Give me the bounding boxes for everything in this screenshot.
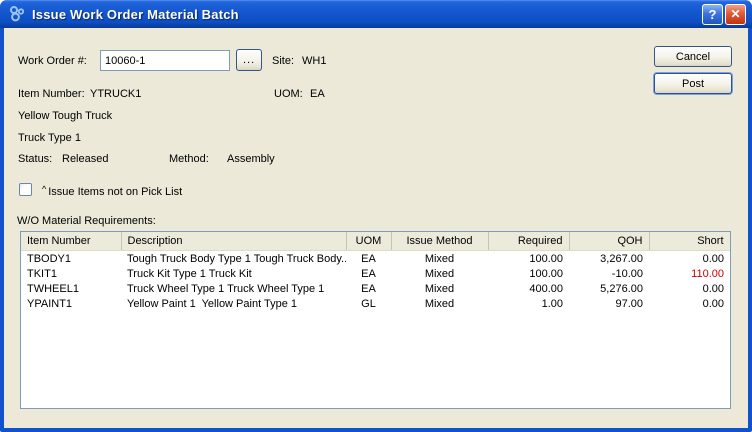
grid-row[interactable]: TKIT1 Truck Kit Type 1 Truck Kit EA Mixe… [21, 266, 730, 281]
cell-required: 400.00 [529, 282, 563, 295]
cell-uom: EA [361, 252, 376, 265]
grid-row[interactable]: TWHEEL1 Truck Wheel Type 1 Truck Wheel T… [21, 281, 730, 296]
cell-item-number: TWHEEL1 [27, 282, 79, 295]
site-label: Site: [272, 55, 295, 67]
cell-issue-method: Mixed [424, 252, 455, 265]
window-title: Issue Work Order Material Batch [32, 6, 239, 22]
item-description-line1: Yellow Tough Truck [18, 110, 113, 122]
close-button[interactable]: ✕ [725, 4, 746, 25]
column-header-qoh[interactable]: QOH [569, 232, 650, 251]
work-order-input[interactable] [100, 50, 230, 71]
cell-uom: GL [361, 297, 376, 310]
dialog-window: Issue Work Order Material Batch ? ✕ Work… [0, 0, 752, 432]
cell-short: 0.00 [702, 282, 724, 295]
column-header-short[interactable]: Short [649, 232, 730, 251]
column-header-description[interactable]: Description [121, 232, 347, 251]
cell-description: Yellow Paint 1 Yellow Paint Type 1 [127, 297, 298, 310]
issue-items-checkbox[interactable] [19, 183, 32, 196]
cell-description: Truck Kit Type 1 Truck Kit [127, 267, 252, 280]
item-description-line2: Truck Type 1 [18, 132, 81, 144]
column-header-item-number[interactable]: Item Number [21, 232, 122, 251]
status-label: Status: [18, 153, 53, 165]
cell-required: 1.00 [541, 297, 563, 310]
column-header-uom[interactable]: UOM [346, 232, 392, 251]
checkbox-caret-mark: ^ [42, 184, 47, 194]
cell-qoh: -10.00 [611, 267, 643, 280]
cell-description: Tough Truck Body Type 1 Tough Truck Body… [127, 252, 346, 265]
cell-item-number: YPAINT1 [27, 297, 73, 310]
grid-body: TBODY1 Tough Truck Body Type 1 Tough Tru… [21, 251, 730, 312]
uom-value: EA [310, 88, 325, 100]
cell-qoh: 97.00 [615, 297, 643, 310]
cell-item-number: TBODY1 [27, 252, 72, 265]
item-number-value: YTRUCK1 [90, 88, 142, 100]
work-order-label: Work Order #: [18, 55, 87, 67]
uom-label: UOM: [274, 88, 303, 100]
material-requirements-grid[interactable]: Item Number Description UOM Issue Method… [20, 231, 731, 409]
post-button[interactable]: Post [654, 73, 732, 94]
titlebar[interactable]: Issue Work Order Material Batch ? ✕ [0, 0, 752, 28]
cancel-button[interactable]: Cancel [654, 46, 732, 67]
cell-short: 0.00 [702, 252, 724, 265]
cell-issue-method: Mixed [424, 297, 455, 310]
cell-description: Truck Wheel Type 1 Truck Wheel Type 1 [127, 282, 325, 295]
app-icon [10, 6, 25, 22]
cell-required: 100.00 [529, 252, 563, 265]
issue-items-checkbox-label[interactable]: ^ Issue Items not on Pick List [42, 184, 182, 198]
cell-required: 100.00 [529, 267, 563, 280]
cell-uom: EA [361, 267, 376, 280]
cell-qoh: 3,267.00 [600, 252, 643, 265]
grid-header-row: Item Number Description UOM Issue Method… [21, 232, 730, 251]
work-order-lookup-button[interactable]: ... [236, 49, 262, 71]
help-button[interactable]: ? [702, 4, 723, 25]
column-header-issue-method[interactable]: Issue Method [391, 232, 489, 251]
cell-issue-method: Mixed [424, 267, 455, 280]
status-value: Released [62, 153, 109, 165]
cell-issue-method: Mixed [424, 282, 455, 295]
grid-row[interactable]: YPAINT1 Yellow Paint 1 Yellow Paint Type… [21, 296, 730, 311]
cell-short: 0.00 [702, 297, 724, 310]
grid-caption: W/O Material Requirements: [17, 215, 156, 227]
column-header-required[interactable]: Required [488, 232, 570, 251]
grid-row[interactable]: TBODY1 Tough Truck Body Type 1 Tough Tru… [21, 251, 730, 267]
cell-qoh: 5,276.00 [600, 282, 643, 295]
item-number-label: Item Number: [18, 88, 85, 100]
method-label: Method: [169, 153, 209, 165]
dialog-body: Work Order #: ... Site: WH1 Cancel Post … [4, 28, 748, 428]
cell-uom: EA [361, 282, 376, 295]
cell-item-number: TKIT1 [27, 267, 57, 280]
cell-short: 110.00 [691, 267, 724, 280]
method-value: Assembly [227, 153, 275, 165]
site-value: WH1 [302, 55, 327, 67]
